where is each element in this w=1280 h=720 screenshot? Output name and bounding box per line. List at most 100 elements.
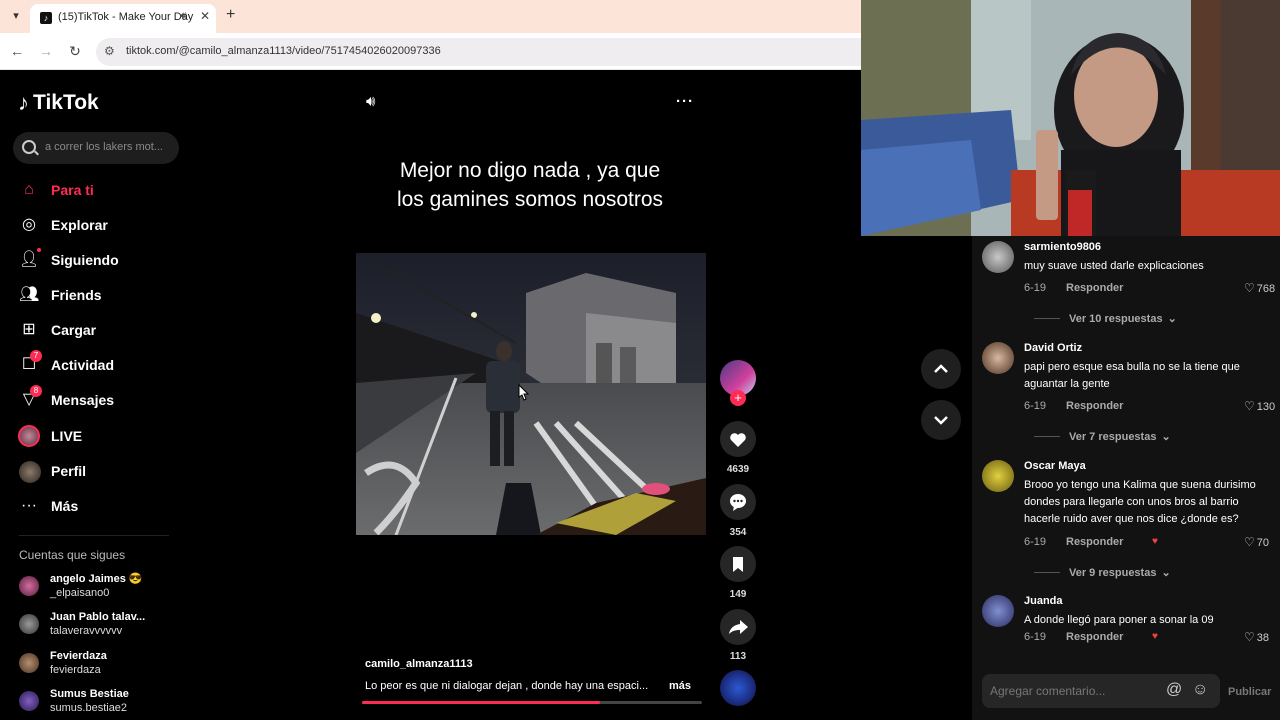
avatar	[19, 691, 39, 711]
webcam-image	[861, 0, 1280, 236]
view-replies-button[interactable]: Ver 9 respuestas ⌄	[1034, 566, 1171, 579]
heart-outline-icon: ♡	[1244, 630, 1255, 644]
nav-label: LIVE	[51, 428, 83, 444]
logo-text: TikTok	[33, 91, 99, 114]
tab-audio-icon[interactable]: 🔊︎	[180, 10, 187, 23]
more-options-icon[interactable]: ···	[676, 93, 694, 110]
nav-item-mas[interactable]: ··· Más	[19, 493, 78, 519]
comment-username[interactable]: Oscar Maya	[1024, 460, 1086, 472]
reload-icon[interactable]: ↻	[66, 42, 84, 60]
search-icon	[22, 140, 36, 154]
video-author[interactable]: camilo_almanza1113	[365, 658, 473, 670]
view-replies-button[interactable]: Ver 10 respuestas ⌄	[1034, 312, 1177, 325]
profile-icon	[19, 461, 41, 483]
avatar	[19, 653, 39, 673]
nav-label: Para ti	[51, 182, 94, 198]
follow-plus-icon[interactable]: +	[730, 390, 746, 406]
messages-icon: ▽ 8	[19, 385, 42, 410]
comment-button[interactable]	[720, 484, 756, 520]
following-account[interactable]: Juan Pablo talav... talaveravvvvvv	[19, 610, 145, 640]
nav-item-explorar[interactable]: ◎ Explorar	[19, 212, 108, 238]
avatar[interactable]	[982, 241, 1014, 273]
view-replies-button[interactable]: Ver 7 respuestas ⌄	[1034, 430, 1171, 443]
video-progress-fill	[362, 701, 600, 704]
reply-button[interactable]: Responder	[1066, 536, 1123, 548]
nav-item-actividad[interactable]: ☐ 7 Actividad	[19, 350, 114, 378]
avatar[interactable]	[982, 595, 1014, 627]
comment: David Ortiz papi pero esque esa bulla no…	[982, 342, 1280, 452]
volume-icon[interactable]: 🔊︎	[366, 93, 375, 110]
comment-like-count: 130	[1256, 401, 1276, 413]
comment-username[interactable]: Juanda	[1024, 595, 1063, 607]
heart-outline-icon: ♡	[1244, 399, 1255, 413]
comment-like-count: 70	[1256, 537, 1270, 549]
tab-bar: ▾ ♪ (15)TikTok - Make Your Day 🔊︎ ✕ +	[0, 0, 861, 33]
comment-text: muy suave usted darle explicaciones	[1024, 260, 1204, 272]
comment-input[interactable]: Agregar comentario... @ ☺	[982, 674, 1220, 708]
reply-button[interactable]: Responder	[1066, 282, 1123, 294]
tiktok-logo[interactable]: ♪ TikTok	[18, 90, 99, 116]
comment-like-button[interactable]: ♡ 130	[1244, 399, 1275, 413]
upload-icon: ⊞	[22, 321, 36, 338]
previous-video-button[interactable]	[921, 349, 961, 389]
nav-item-perfil[interactable]: Perfil	[19, 458, 86, 484]
nav-item-cargar[interactable]: ⊞ Cargar	[19, 317, 96, 343]
heart-outline-icon: ♡	[1244, 535, 1255, 549]
search-input[interactable]: a correr los lakers mot...	[13, 132, 179, 164]
chevron-down-icon: ⌄	[1161, 567, 1171, 579]
browser-tab[interactable]: ♪ (15)TikTok - Make Your Day 🔊︎ ✕	[30, 4, 216, 33]
nav-item-siguiendo[interactable]: 👤︎ Siguiendo	[19, 247, 119, 273]
tab-list-chevron-icon[interactable]: ▾	[8, 8, 24, 24]
following-handle: _elpaisano0	[50, 587, 110, 599]
live-icon	[18, 425, 40, 447]
comment-text: A donde llegó para poner a sonar la 09	[1024, 614, 1214, 626]
site-info-icon[interactable]: ⚙︎	[104, 44, 115, 58]
comments-panel: sarmiento9806 muy suave usted darle expl…	[972, 236, 1280, 720]
avatar[interactable]	[982, 342, 1014, 374]
nav-label: Mensajes	[51, 392, 115, 408]
music-disc[interactable]	[720, 670, 756, 706]
nav-item-friends[interactable]: 👥︎ Friends	[19, 282, 102, 308]
reply-button[interactable]: Responder	[1066, 400, 1123, 412]
tab-title: (15)TikTok - Make Your Day	[58, 11, 194, 23]
nav-label: Siguiendo	[51, 252, 119, 268]
video-progress-bar[interactable]	[362, 701, 702, 704]
forward-arrow-icon[interactable]: →	[37, 42, 55, 60]
following-account[interactable]: angelo Jaimes 😎 _elpaisano0	[19, 572, 143, 602]
following-name: angelo Jaimes 😎	[50, 573, 143, 585]
video-player[interactable]	[356, 253, 706, 535]
back-arrow-icon[interactable]: ←	[8, 42, 26, 60]
following-account[interactable]: Sumus Bestiae sumus.bestiae2	[19, 687, 129, 717]
comment-username[interactable]: sarmiento9806	[1024, 241, 1101, 253]
new-tab-plus-icon[interactable]: +	[226, 6, 235, 24]
nav-item-para-ti[interactable]: ⌂ Para ti	[19, 177, 94, 203]
reply-button[interactable]: Responder	[1066, 631, 1123, 643]
comment-icon	[730, 494, 746, 511]
comment-like-button[interactable]: ♡ 768	[1244, 281, 1275, 295]
mention-icon[interactable]: @	[1166, 681, 1182, 699]
next-video-button[interactable]	[921, 400, 961, 440]
nav-item-live[interactable]: LIVE	[18, 423, 83, 449]
emoji-icon[interactable]: ☺	[1192, 681, 1208, 699]
like-button[interactable]	[720, 421, 756, 457]
comment-username[interactable]: David Ortiz	[1024, 342, 1082, 354]
url-field[interactable]: ⚙︎ tiktok.com/@camilo_almanza1113/video/…	[96, 38, 861, 66]
compass-icon: ◎	[22, 216, 36, 233]
avatar[interactable]	[982, 460, 1014, 492]
comment-like-button[interactable]: ♡ 70	[1244, 535, 1269, 549]
publish-button[interactable]: Publicar	[1228, 686, 1271, 698]
search-query: a correr los lakers mot...	[45, 141, 163, 153]
webcam-overlay	[861, 0, 1280, 236]
nav-item-mensajes[interactable]: ▽ 8 Mensajes	[19, 385, 115, 413]
save-button[interactable]	[720, 546, 756, 582]
tab-close-icon[interactable]: ✕	[200, 9, 210, 23]
more-link[interactable]: más	[669, 680, 691, 692]
comment-like-count: 38	[1256, 632, 1270, 644]
nav-label: Más	[51, 498, 79, 514]
following-name: Sumus Bestiae	[50, 688, 129, 700]
following-account[interactable]: Fevierdaza fevierdaza	[19, 649, 107, 679]
comment-like-button[interactable]: ♡ 38	[1244, 630, 1269, 644]
comment: sarmiento9806 muy suave usted darle expl…	[982, 241, 1280, 341]
share-button[interactable]	[720, 609, 756, 645]
tiktok-note-icon: ♪	[18, 90, 29, 115]
